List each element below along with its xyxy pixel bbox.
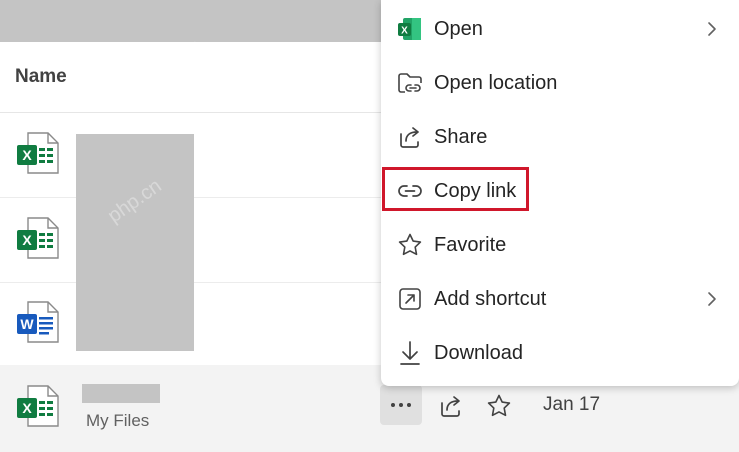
menu-item-open-location[interactable]: Open location bbox=[381, 59, 739, 107]
copy-link-highlight-box bbox=[382, 167, 529, 211]
svg-text:X: X bbox=[22, 400, 32, 416]
menu-item-label: Favorite bbox=[434, 234, 507, 256]
menu-item-open[interactable]: X Open bbox=[381, 5, 739, 53]
svg-text:W: W bbox=[20, 316, 34, 332]
excel-file-icon: X bbox=[17, 132, 59, 174]
word-file-icon: W bbox=[17, 301, 59, 343]
row-actions: Jan 17 bbox=[380, 385, 640, 425]
menu-item-download[interactable]: Download bbox=[381, 329, 739, 377]
menu-item-label: Open location bbox=[434, 72, 558, 94]
menu-item-add-shortcut[interactable]: Add shortcut bbox=[381, 275, 739, 323]
shortcut-icon bbox=[399, 288, 421, 310]
menu-item-label: Add shortcut bbox=[434, 288, 547, 310]
menu-item-label: Download bbox=[434, 342, 523, 364]
excel-file-icon: X bbox=[17, 385, 59, 427]
download-icon bbox=[400, 341, 420, 365]
svg-text:X: X bbox=[22, 232, 32, 248]
svg-text:X: X bbox=[22, 147, 32, 163]
menu-item-favorite[interactable]: Favorite bbox=[381, 221, 739, 269]
chevron-right-icon bbox=[708, 22, 716, 36]
column-header-name[interactable]: Name bbox=[15, 66, 67, 88]
svg-text:X: X bbox=[401, 26, 408, 37]
redacted-filenames bbox=[76, 134, 194, 351]
redacted-filename bbox=[82, 384, 160, 403]
menu-item-share[interactable]: Share bbox=[381, 113, 739, 161]
file-location: My Files bbox=[86, 411, 150, 430]
menu-item-label: Open bbox=[434, 18, 483, 40]
modified-date: Jan 17 bbox=[543, 394, 601, 415]
folder-link-icon bbox=[398, 73, 422, 93]
menu-item-label: Share bbox=[434, 126, 488, 148]
chevron-right-icon bbox=[708, 292, 716, 306]
more-icon bbox=[391, 403, 411, 407]
excel-icon: X bbox=[398, 18, 421, 40]
context-menu: X Open Open location Share Copy link Fav… bbox=[381, 0, 739, 386]
share-icon[interactable] bbox=[438, 393, 464, 419]
share-icon bbox=[400, 127, 419, 148]
star-icon[interactable] bbox=[486, 393, 512, 419]
star-icon bbox=[398, 233, 422, 256]
excel-file-icon: X bbox=[17, 217, 59, 259]
more-options-button[interactable] bbox=[380, 385, 422, 425]
